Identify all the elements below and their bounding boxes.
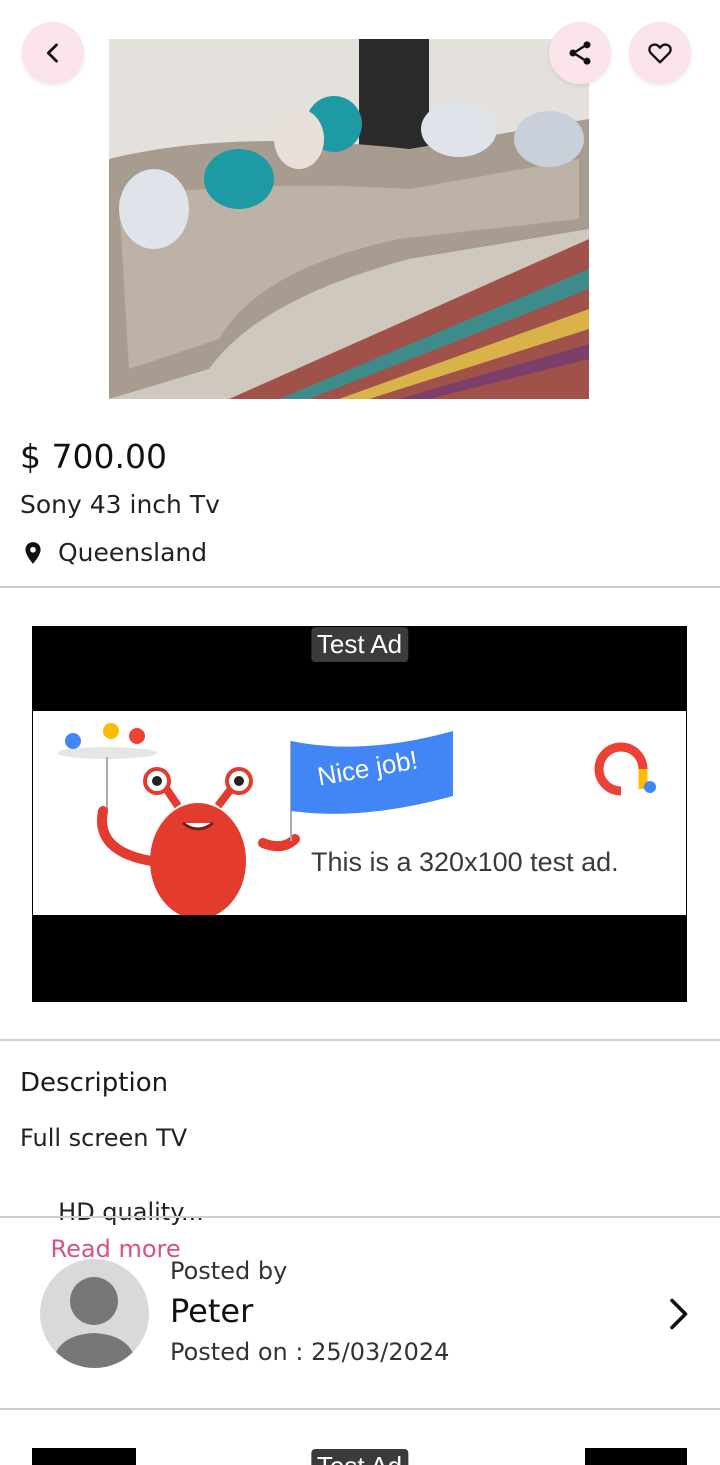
ad-label: Test Ad xyxy=(310,627,409,662)
divider xyxy=(0,1408,720,1410)
ad-flag: Nice job! xyxy=(291,731,455,811)
location-pin-icon xyxy=(25,541,41,564)
share-icon xyxy=(569,41,591,65)
description-heading: Description xyxy=(20,1068,169,1098)
listing-location: Queensland xyxy=(20,538,207,567)
divider xyxy=(0,1216,720,1218)
chevron-right-icon[interactable] xyxy=(660,1294,696,1334)
description-line: Full screen TV xyxy=(20,1124,188,1152)
divider xyxy=(0,586,720,588)
heart-icon xyxy=(648,43,672,64)
ad-content[interactable]: Nice job! This is a 320x100 test ad. xyxy=(33,711,686,915)
posted-date: Posted on : 25/03/2024 xyxy=(170,1338,450,1366)
location-text: Queensland xyxy=(58,538,208,567)
ad-banner-2[interactable]: Test Ad xyxy=(32,1448,687,1465)
seller-avatar[interactable] xyxy=(40,1259,149,1368)
sofa-image xyxy=(109,39,589,399)
favorite-button[interactable] xyxy=(629,22,691,84)
description-line: HD quality... xyxy=(50,1198,204,1226)
listing-title: Sony 43 inch Tv xyxy=(20,490,220,519)
seller-name[interactable]: Peter xyxy=(170,1292,253,1330)
chevron-left-icon xyxy=(46,43,58,63)
back-button[interactable] xyxy=(22,22,84,84)
ad-text: This is a 320x100 test ad. xyxy=(311,847,619,877)
posted-by-label: Posted by xyxy=(170,1257,288,1285)
share-button[interactable] xyxy=(549,22,611,84)
ad-banner[interactable]: Test Ad Nice job! This is a 320x100 test… xyxy=(32,626,687,1002)
listing-price: $ 700.00 xyxy=(20,437,167,476)
user-icon xyxy=(52,1277,137,1368)
divider xyxy=(0,1039,720,1041)
listing-photo[interactable] xyxy=(109,39,589,399)
ad-label: Test Ad xyxy=(310,1449,409,1465)
ad-flag-text: Nice job! xyxy=(315,744,420,792)
read-more-link[interactable]: Read more xyxy=(51,1235,181,1263)
